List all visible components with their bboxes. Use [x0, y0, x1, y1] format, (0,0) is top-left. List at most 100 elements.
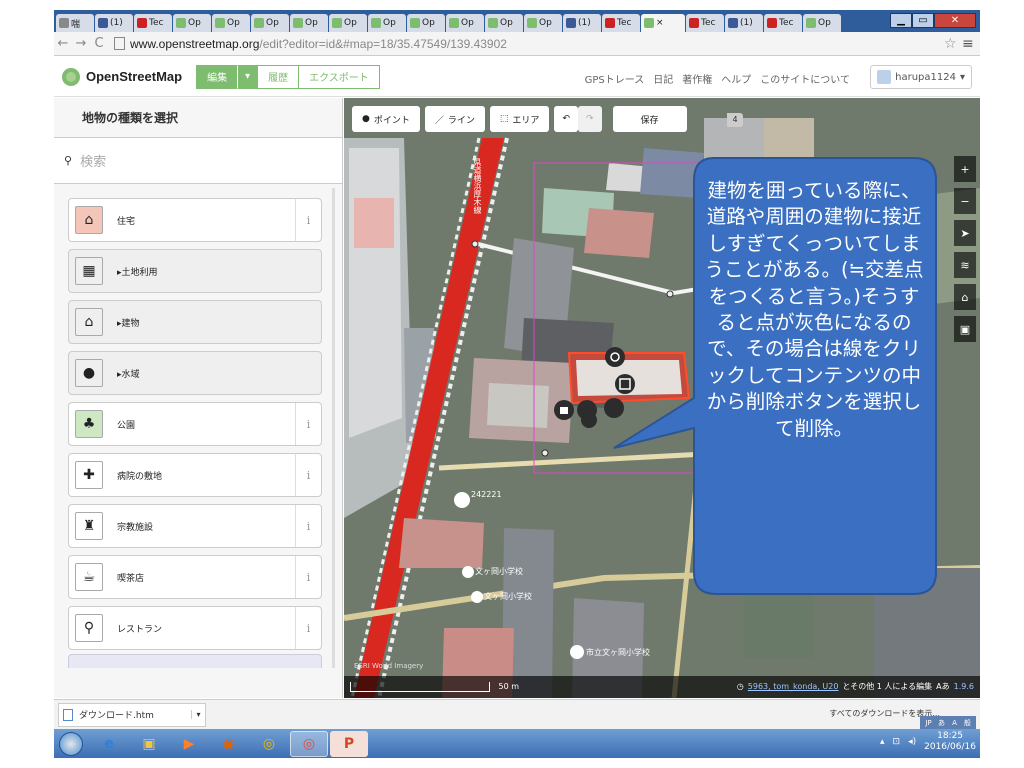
version-label[interactable]: 1.9.6	[954, 682, 974, 691]
browser-tab[interactable]: (1)	[725, 14, 763, 32]
powerpoint-icon[interactable]: P	[330, 730, 368, 757]
tray-arrow-icon[interactable]: ▴	[880, 737, 885, 747]
background-layers-button[interactable]: ≋	[954, 252, 976, 278]
history-button[interactable]: 履歴	[257, 64, 300, 89]
area-icon: ⬚	[499, 114, 509, 124]
browser-tab[interactable]: Op	[407, 14, 445, 32]
zoom-in-button[interactable]: +	[954, 156, 976, 182]
link-copyright[interactable]: 著作権	[682, 71, 712, 86]
osm-icon	[527, 18, 537, 28]
preset-info-button[interactable]: i	[295, 403, 321, 445]
undo-button[interactable]: ↶	[554, 106, 578, 132]
header-links: GPSトレース 日記 著作権 ヘルプ このサイトについて	[585, 71, 850, 86]
map-data-button[interactable]: ⌂	[954, 284, 976, 310]
link-about[interactable]: このサイトについて	[760, 71, 850, 86]
browser-tab[interactable]: (1)	[95, 14, 133, 32]
preset-item[interactable]: ♜ 宗教施設 i	[68, 504, 322, 548]
add-line-button[interactable]: ／ライン	[424, 106, 485, 132]
download-item[interactable]: ダウンロード.htm ▾	[58, 702, 206, 727]
add-point-button[interactable]: ● ポイント	[352, 106, 420, 132]
user-menu[interactable]: harupa1124 ▾	[870, 65, 972, 89]
browser-tab[interactable]: Tec	[686, 14, 724, 32]
browser-tab[interactable]: Op	[446, 14, 484, 32]
maximize-button[interactable]: ▭	[912, 13, 934, 28]
browser-tab[interactable]: 喘	[56, 14, 94, 32]
clock[interactable]: 18:25 2016/06/16	[924, 731, 976, 753]
browser-tab[interactable]: Tec	[602, 14, 640, 32]
ime-conv[interactable]: 般	[962, 718, 973, 728]
preset-item[interactable]: ✚ 病院の敷地 i	[68, 453, 322, 497]
media-player-icon[interactable]: ▶	[170, 731, 208, 757]
browser-tab[interactable]: Op	[251, 14, 289, 32]
back-button[interactable]: ←	[54, 36, 72, 51]
preset-info-button[interactable]: i	[295, 505, 321, 547]
callout-text: 建物を囲っている際に、道路や周囲の建物に接近しすぎてくっついてしまうことがある。…	[704, 179, 924, 440]
browser-tab[interactable]: (1)	[563, 14, 601, 32]
scale-bar: 50 m	[350, 682, 519, 692]
tab-label: (1)	[740, 18, 753, 28]
osm-logo[interactable]: OpenStreetMap	[62, 67, 182, 86]
network-icon[interactable]: ⊡	[893, 737, 901, 747]
ime-input[interactable]: A	[949, 718, 960, 728]
browser-tab[interactable]: Op	[329, 14, 367, 32]
chevron-down-icon[interactable]: ▾	[191, 710, 205, 719]
minimize-button[interactable]: ▁	[890, 13, 912, 28]
url-field[interactable]: www.openstreetmap.org /edit?editor=id&#m…	[114, 34, 944, 54]
browser-tab[interactable]: Op	[803, 14, 841, 32]
link-gps-traces[interactable]: GPSトレース	[585, 71, 645, 86]
chrome-active-icon[interactable]: ◎	[290, 730, 328, 757]
link-help[interactable]: ヘルプ	[721, 71, 751, 86]
preset-item[interactable]: ⌂ ▸建物	[68, 300, 322, 344]
preset-search-input[interactable]: ⚲ 検索	[54, 138, 342, 184]
explorer-folder-icon[interactable]: ▣	[130, 731, 168, 757]
preset-info-button[interactable]: i	[295, 199, 321, 241]
tab-label: (1)	[578, 18, 591, 28]
bookmark-star-icon[interactable]: ☆	[944, 36, 962, 52]
contributors-link[interactable]: 5963, tom_konda, U20	[748, 682, 839, 691]
browser-tab[interactable]: Op	[173, 14, 211, 32]
preset-item[interactable]: ▦ ▸土地利用	[68, 249, 322, 293]
browser-menu-icon[interactable]: ≡	[962, 36, 980, 52]
browser-tab[interactable]: Tec	[134, 14, 172, 32]
firefox-icon[interactable]: ◉	[210, 731, 248, 757]
browser-tab[interactable]: Op	[485, 14, 523, 32]
ime-lang[interactable]: JP	[923, 718, 934, 728]
preset-item-partial[interactable]	[68, 654, 322, 668]
browser-tab[interactable]: Op	[212, 14, 250, 32]
preset-item[interactable]: ☕ 喫茶店 i	[68, 555, 322, 599]
chrome-icon[interactable]: ◎	[250, 731, 288, 757]
edit-dropdown-button[interactable]: ▾	[238, 64, 258, 89]
volume-icon[interactable]: ◂)	[908, 737, 916, 747]
preset-item[interactable]: ● ▸水域	[68, 351, 322, 395]
reload-button[interactable]: C	[90, 36, 108, 51]
redo-button[interactable]: ↷	[577, 106, 602, 132]
add-area-button[interactable]: ⬚ エリア	[489, 106, 550, 132]
edit-button[interactable]: 編集	[196, 64, 239, 89]
browser-tab[interactable]: Op	[524, 14, 562, 32]
map-canvas[interactable]: 242221 文ヶ岡小学校 文ヶ岡小学校 市立文ヶ岡小学校 県道横浜厚木線 ● ポ…	[344, 98, 980, 698]
preset-info-button[interactable]: i	[295, 607, 321, 649]
browser-tab[interactable]: Op	[368, 14, 406, 32]
preset-item[interactable]: ♣ 公園 i	[68, 402, 322, 446]
preset-item[interactable]: ⚲ レストラン i	[68, 606, 322, 650]
locate-button[interactable]: ➤	[954, 220, 976, 246]
preset-info-button[interactable]: i	[295, 556, 321, 598]
browser-tab[interactable]: Tec	[764, 14, 802, 32]
ie-icon[interactable]: e	[90, 731, 128, 757]
close-window-button[interactable]: ✕	[934, 13, 976, 28]
browser-tab[interactable]: ×	[641, 14, 685, 32]
help-button[interactable]: ▣	[954, 316, 976, 342]
link-diary[interactable]: 日記	[653, 71, 673, 86]
map-toolbar: ● ポイント ／ライン ⬚ エリア ↶ ↷ 保存	[352, 106, 687, 132]
ime-mode[interactable]: あ	[936, 718, 947, 728]
preset-item[interactable]: ⌂ 住宅 i	[68, 198, 322, 242]
browser-tab[interactable]: Op	[290, 14, 328, 32]
export-button[interactable]: エクスポート	[299, 64, 380, 89]
forward-button[interactable]: →	[72, 36, 90, 51]
sidebar-scrollbar[interactable]	[332, 188, 335, 668]
preset-info-button[interactable]: i	[295, 454, 321, 496]
zoom-out-button[interactable]: −	[954, 188, 976, 214]
edit-count-badge: 4	[727, 113, 743, 127]
save-button[interactable]: 保存	[612, 106, 687, 132]
start-button[interactable]	[54, 729, 88, 758]
